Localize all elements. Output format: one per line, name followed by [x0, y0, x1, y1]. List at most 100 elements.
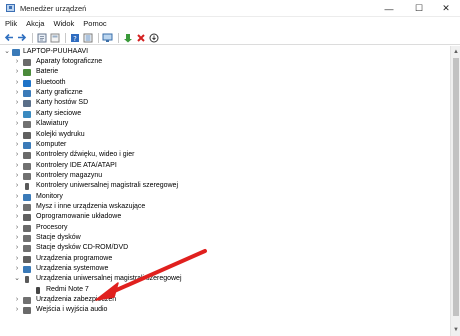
tree-category[interactable]: › Stacje dysków CD-ROM/DVD	[0, 243, 450, 253]
disable-icon[interactable]	[148, 32, 159, 43]
chevron-right-icon[interactable]: ›	[13, 243, 21, 253]
toolbar-separator	[98, 32, 99, 43]
monitor-icon	[23, 193, 31, 201]
bluetooth-icon	[23, 79, 31, 87]
tree-item-label: Urządzenia zabezpieczeń	[36, 296, 117, 303]
chevron-right-icon[interactable]: ›	[13, 88, 21, 98]
tree-category[interactable]: › Kontrolery dźwięku, wideo i gier	[0, 150, 450, 160]
toolbar-separator	[65, 32, 66, 43]
chevron-right-icon[interactable]: ›	[13, 150, 21, 160]
menu-plik[interactable]: Plik	[5, 18, 17, 30]
minimize-button[interactable]: —	[375, 0, 403, 17]
tree-item-label: Urządzenia systemowe	[36, 265, 109, 272]
keyboard-icon	[23, 121, 31, 129]
chevron-right-icon[interactable]: ›	[13, 305, 21, 315]
scrollbar-thumb[interactable]	[453, 58, 459, 316]
tree-item-label: Stacje dysków CD-ROM/DVD	[36, 244, 129, 252]
tree-category[interactable]: › Kolejki wydruku	[0, 130, 450, 140]
chevron-right-icon[interactable]: ›	[13, 57, 21, 67]
chevron-right-icon[interactable]: ›	[13, 181, 21, 191]
device-manager-icon	[6, 4, 15, 12]
tree-category[interactable]: › Karty sieciowe	[0, 109, 450, 119]
dvd-drive-icon	[23, 245, 31, 253]
menu-pomoc[interactable]: Pomoc	[83, 18, 106, 30]
vertical-scrollbar[interactable]: ▲ ▼	[450, 46, 460, 336]
chevron-right-icon[interactable]: ›	[13, 202, 21, 212]
tree-category[interactable]: › Aparaty fotograficzne	[0, 57, 450, 67]
chevron-right-icon[interactable]: ›	[13, 254, 21, 264]
tree-category[interactable]: › Baterie	[0, 67, 450, 77]
help-icon[interactable]: ?	[69, 32, 80, 43]
tree-item-label: Redmi Note 7	[46, 285, 89, 293]
chevron-down-icon[interactable]: ⌄	[13, 274, 21, 284]
chevron-right-icon[interactable]: ›	[13, 233, 21, 243]
tree-category[interactable]: › Kontrolery uniwersalnej magistrali szer…	[0, 181, 450, 191]
ide-controller-icon	[23, 162, 31, 170]
tree-item-label: Urządzenia programowe	[36, 254, 113, 262]
show-hidden-icon[interactable]	[49, 32, 60, 43]
tree-category[interactable]: › Klawiatury	[0, 119, 450, 129]
scroll-up-arrow-icon[interactable]: ▲	[451, 47, 460, 57]
close-button[interactable]: ✕	[432, 0, 460, 17]
device-item[interactable]: Redmi Note 7	[0, 285, 450, 295]
chevron-right-icon[interactable]: ›	[13, 212, 21, 222]
chevron-right-icon[interactable]: ›	[13, 119, 21, 129]
scroll-down-arrow-icon[interactable]: ▼	[451, 325, 460, 335]
tree-category[interactable]: › Bluetooth	[0, 78, 450, 88]
uninstall-icon[interactable]	[135, 32, 146, 43]
tree-category[interactable]: › Urządzenia systemowe	[0, 264, 450, 274]
tree-category[interactable]: ⌄ Urządzenia uniwersalnej magistrali szer…	[0, 274, 450, 284]
processor-icon	[23, 224, 31, 232]
tree-category[interactable]: › Oprogramowanie układowe	[0, 212, 450, 222]
tree-item-label: Kontrolery magazynu	[36, 171, 103, 179]
print-queue-icon	[23, 131, 31, 139]
scan-icon[interactable]	[102, 32, 113, 43]
chevron-right-icon[interactable]: ›	[13, 264, 21, 274]
tree-category[interactable]: › Kontrolery IDE ATA/ATAPI	[0, 161, 450, 171]
chevron-right-icon[interactable]: ›	[13, 161, 21, 171]
properties-icon[interactable]	[36, 32, 47, 43]
battery-icon	[23, 69, 31, 77]
maximize-button[interactable]: ☐	[405, 0, 433, 17]
tree-category[interactable]: › Karty graficzne	[0, 88, 450, 98]
back-arrow-icon[interactable]	[3, 32, 14, 43]
tree-category[interactable]: › Karty hostów SD	[0, 98, 450, 108]
menu-widok[interactable]: Widok	[53, 18, 74, 30]
chevron-right-icon[interactable]: ›	[13, 78, 21, 88]
chevron-right-icon[interactable]: ›	[13, 140, 21, 150]
storage-controller-icon	[23, 172, 31, 180]
tree-category[interactable]: › Monitory	[0, 192, 450, 202]
tree-category[interactable]: › Urządzenia zabezpieczeń	[0, 295, 450, 305]
tree-category[interactable]: › Stacje dysków	[0, 233, 450, 243]
tree-category[interactable]: › Mysz i inne urządzenia wskazujące	[0, 202, 450, 212]
chevron-right-icon[interactable]: ›	[13, 192, 21, 202]
chevron-right-icon[interactable]: ›	[13, 130, 21, 140]
camera-icon	[23, 59, 31, 66]
forward-arrow-icon[interactable]	[16, 32, 27, 43]
menu-akcja[interactable]: Akcja	[26, 18, 44, 30]
tree-item-label: Stacje dysków	[36, 233, 81, 241]
chevron-right-icon[interactable]: ›	[13, 223, 21, 233]
tree-item-label: Komputer	[36, 140, 67, 148]
chevron-right-icon[interactable]: ›	[13, 98, 21, 108]
tree-category[interactable]: › Urządzenia programowe	[0, 254, 450, 264]
chevron-right-icon[interactable]: ›	[13, 171, 21, 181]
toolbar-separator	[118, 32, 119, 43]
chevron-right-icon[interactable]: ›	[13, 295, 21, 305]
chevron-down-icon[interactable]: ⌄	[3, 47, 11, 57]
title-bar: Menedżer urządzeń — ☐ ✕	[0, 0, 460, 17]
tree-category[interactable]: › Procesory	[0, 223, 450, 233]
sd-host-icon	[23, 100, 31, 108]
mouse-icon	[23, 203, 31, 211]
tree-category[interactable]: › Wejścia i wyjścia audio	[0, 305, 450, 315]
tree-category[interactable]: › Kontrolery magazynu	[0, 171, 450, 181]
chevron-right-icon[interactable]: ›	[13, 67, 21, 77]
update-driver-icon[interactable]	[122, 32, 133, 43]
tree-item-label: Karty graficzne	[36, 89, 83, 96]
tree-item-label: Kontrolery IDE ATA/ATAPI	[36, 161, 117, 169]
details-icon[interactable]	[82, 32, 93, 43]
computer-icon	[23, 141, 31, 149]
tree-root[interactable]: ⌄ LAPTOP-PUUHAAVI	[0, 47, 450, 57]
tree-category[interactable]: › Komputer	[0, 140, 450, 150]
chevron-right-icon[interactable]: ›	[13, 109, 21, 119]
